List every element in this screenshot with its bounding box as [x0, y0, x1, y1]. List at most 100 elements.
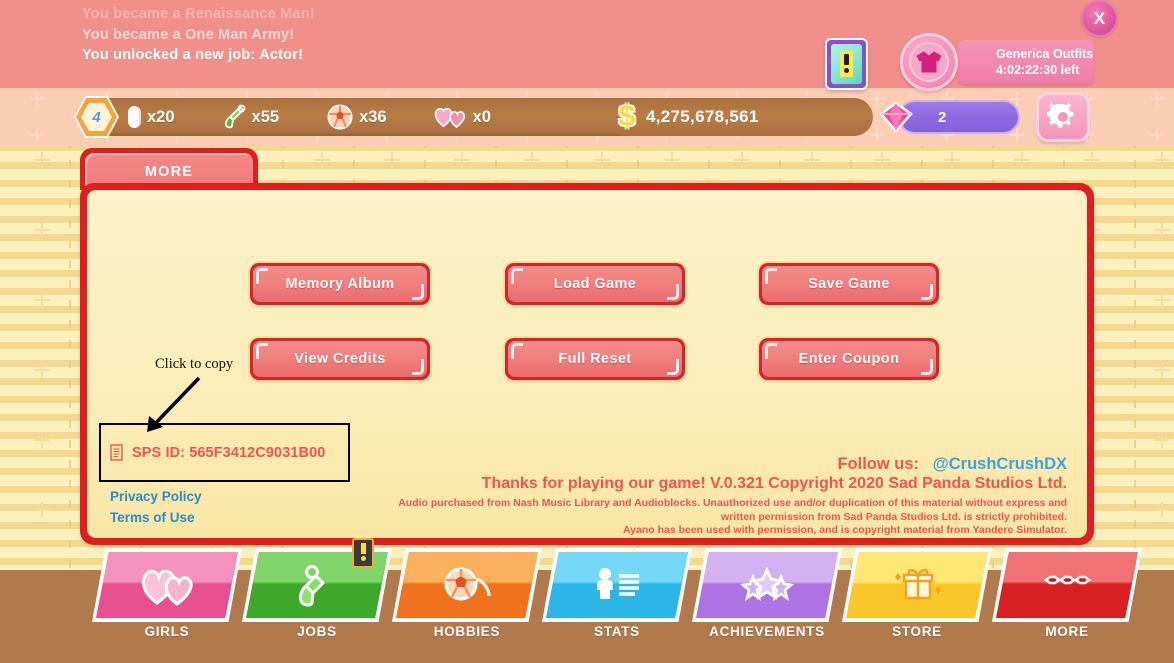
outfits-info-pill: Generica Outfits 4:02:22:30 left — [958, 40, 1094, 84]
more-panel: Memory Album Load Game Save Game View Cr… — [80, 183, 1094, 545]
enter-coupon-button[interactable]: Enter Coupon — [759, 338, 939, 380]
sparkle-icon — [30, 92, 44, 106]
dollar-icon: $ — [618, 100, 636, 133]
nav-item-hobbies[interactable]: HOBBIES — [392, 548, 542, 639]
thanks-copyright-line: Thanks for playing our game! V.0.321 Cop… — [481, 475, 1067, 492]
money-bar: 4,275,678,561 — [608, 98, 873, 136]
nav-tab-store-face — [846, 552, 988, 618]
money-value: 4,275,678,561 — [646, 107, 759, 126]
outfits-disc — [909, 42, 949, 82]
nav-label-hobbies: HOBBIES — [433, 624, 501, 639]
nav-item-girls[interactable]: GIRLS — [92, 548, 242, 639]
pill-icon — [128, 106, 141, 128]
sparkle-icon — [30, 128, 44, 142]
bottom-navigation: GIRLS JOBS HOBBIES STATS ACHIEVEMENTS ST… — [0, 538, 1174, 663]
load-game-button[interactable]: Load Game — [505, 263, 685, 305]
person-icon — [597, 568, 639, 599]
legal-line: Audio purchased from Nash Music Library … — [398, 497, 1067, 509]
save-game-button[interactable]: Save Game — [759, 263, 939, 305]
currency-pill: x20 — [128, 106, 175, 128]
settings-button[interactable] — [1036, 92, 1090, 142]
outfits-timer: 4:02:22:30 left — [996, 63, 1080, 77]
exclamation-card-icon[interactable] — [825, 38, 868, 90]
nav-tab-hobbies — [392, 548, 542, 622]
notification-line: You became a Renaissance Man! — [82, 6, 315, 22]
nav-item-store[interactable]: STORE — [842, 548, 992, 639]
nav-label-store: STORE — [892, 624, 942, 639]
outfits-icon-circle — [900, 33, 958, 91]
ball-icon — [444, 567, 491, 601]
clock-icon[interactable]: 4 — [74, 96, 119, 138]
pill-count: x20 — [147, 107, 175, 126]
notification-line: You became a One Man Army! — [82, 26, 295, 43]
ellipsis-icon — [1043, 575, 1092, 585]
stars-icon — [739, 566, 795, 601]
nav-tab-achievements — [692, 548, 842, 622]
nav-item-achievements[interactable]: ACHIEVEMENTS — [692, 548, 842, 639]
hearts-icon — [141, 569, 193, 606]
notification-stack: You became a Renaissance Man! You became… — [82, 4, 682, 66]
sparkle-icon — [1150, 128, 1164, 142]
currency-ball: x36 — [327, 104, 387, 130]
full-reset-button[interactable]: Full Reset — [505, 338, 685, 380]
nav-tab-hobbies-face — [396, 552, 538, 618]
shirt-icon — [916, 51, 942, 73]
exclamation-card-inner — [831, 44, 862, 84]
nav-label-more: MORE — [1045, 624, 1089, 639]
exclamation-mark-icon — [840, 51, 853, 77]
currency-hearts: x0 — [433, 105, 491, 129]
nav-item-jobs[interactable]: JOBS — [242, 538, 392, 639]
nav-tab-girls — [92, 548, 242, 622]
nav-tab-girls-face — [96, 552, 238, 618]
notification-line: You unlocked a new job: Actor! — [82, 47, 304, 63]
gem-bar: 2 — [898, 100, 1020, 134]
shovel-icon — [299, 565, 326, 607]
nav-tab-achievements-face — [696, 552, 838, 618]
clock-outer: 4 — [74, 96, 119, 138]
view-credits-label: View Credits — [253, 341, 427, 377]
close-button[interactable]: X — [1081, 0, 1118, 37]
enter-coupon-label: Enter Coupon — [762, 341, 936, 377]
nav-item-stats[interactable]: STATS — [542, 548, 692, 639]
memory-album-label: Memory Album — [253, 266, 427, 302]
save-game-label: Save Game — [762, 266, 936, 302]
load-game-label: Load Game — [508, 266, 682, 302]
follow-us-handle[interactable]: @CrushCrushDX — [933, 455, 1067, 473]
shovel-icon — [224, 104, 245, 129]
outfits-title: Generica Outfits — [996, 47, 1094, 61]
nav-tab-more — [992, 548, 1142, 622]
nav-item-more[interactable]: MORE — [992, 548, 1142, 639]
nav-label-girls: GIRLS — [144, 624, 190, 639]
currency-shovel: x55 — [220, 104, 280, 130]
full-reset-label: Full Reset — [508, 341, 682, 377]
ball-count: x36 — [359, 107, 387, 126]
sparkle-icon — [1150, 92, 1164, 106]
click-to-copy-hint: Click to copy — [155, 356, 234, 372]
nav-tab-stats-face — [546, 552, 688, 618]
gear-icon — [1047, 103, 1074, 128]
gem-icon — [879, 101, 913, 133]
nav-tab-store — [842, 548, 992, 622]
gift-icon — [895, 568, 941, 600]
legal-line: Ayano has been used with permission, and… — [622, 524, 1067, 536]
legal-line: written permission from Sad Panda Studio… — [721, 510, 1067, 523]
clock-ring: 4 — [76, 98, 117, 136]
legal-text: Audio purchased from Nash Music Library … — [87, 497, 1087, 538]
follow-us-row: Follow us: @CrushCrushDX — [87, 455, 1087, 474]
clock-value: 4 — [81, 103, 112, 131]
jobs-notification-badge — [352, 538, 374, 568]
nav-tab-more-face — [996, 552, 1138, 618]
follow-us-label: Follow us: — [837, 455, 920, 473]
hearts-icon — [434, 107, 465, 129]
nav-label-stats: STATS — [594, 624, 640, 639]
nav-label-achievements: ACHIEVEMENTS — [709, 624, 825, 639]
nav-label-jobs: JOBS — [297, 624, 337, 639]
nav-tab-stats — [542, 548, 692, 622]
close-icon: X — [1093, 8, 1106, 28]
gem-value: 2 — [938, 108, 947, 126]
more-panel-inner: Memory Album Load Game Save Game View Cr… — [87, 190, 1087, 538]
view-credits-button[interactable]: View Credits — [250, 338, 430, 380]
memory-album-button[interactable]: Memory Album — [250, 263, 430, 305]
shovel-count: x55 — [251, 107, 280, 126]
hearts-count: x0 — [472, 107, 491, 126]
